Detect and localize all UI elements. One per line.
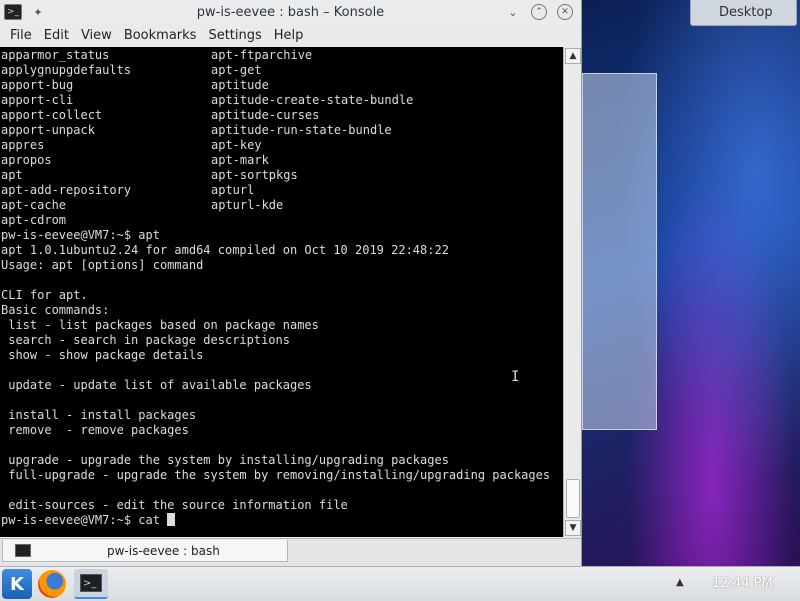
close-button[interactable]: ✕ <box>557 4 573 20</box>
terminal-line: appres apt-key <box>1 138 561 153</box>
terminal-line: CLI for apt. <box>1 288 88 302</box>
menu-file[interactable]: File <box>4 28 38 43</box>
terminal-line: install - install packages <box>1 408 197 422</box>
completion-item: apt-key <box>211 138 262 152</box>
completion-item: apt-mark <box>211 153 269 167</box>
completion-item: apt-sortpkgs <box>211 168 298 182</box>
chevron-down-icon[interactable]: ⌄ <box>505 4 521 20</box>
maximize-button[interactable]: ⌃ <box>531 4 547 20</box>
completion-item: aptitude-curses <box>211 108 320 122</box>
desktop-toolbox-button[interactable]: Desktop <box>690 0 797 26</box>
completion-item: apparmor_status <box>1 48 110 62</box>
terminal-icon <box>15 544 31 557</box>
prompt-text: pw-is-eevee@VM7:~$ cat <box>1 513 168 527</box>
session-tab-bar: pw-is-eevee : bash <box>0 538 581 567</box>
terminal-line: full-upgrade - upgrade the system by rem… <box>1 468 551 482</box>
completion-item: apturl-kde <box>211 198 284 212</box>
terminal-prompt-line[interactable]: pw-is-eevee@VM7:~$ cat <box>1 513 561 528</box>
terminal-line: apropos apt-mark <box>1 153 561 168</box>
pin-icon[interactable]: ✦ <box>30 4 46 20</box>
terminal-line: pw-is-eevee@VM7:~$ apt <box>1 228 160 242</box>
system-tray-expand-icon[interactable]: ▲ <box>676 577 684 588</box>
window-title: pw-is-eevee : bash – Konsole <box>196 4 385 20</box>
terminal-line: apt 1.0.1ubuntu2.24 for amd64 compiled o… <box>1 243 449 257</box>
vertical-scrollbar[interactable]: ▲ ▼ <box>563 47 581 537</box>
terminal-line: Basic commands: <box>1 303 110 317</box>
terminal-line: apt-cdrom <box>1 213 561 228</box>
terminal-area[interactable]: apparmor_status apt-ftparchive applygnupgd… <box>0 47 580 537</box>
terminal-line: apport-bug aptitude <box>1 78 561 93</box>
menu-view[interactable]: View <box>75 28 118 43</box>
completion-item: apt-cache <box>1 198 67 212</box>
completion-item: applygnupgdefaults <box>1 63 132 77</box>
completion-item: apport-cli <box>1 93 74 107</box>
completion-item: apt-add-repository <box>1 183 132 197</box>
completion-item: aptitude-run-state-bundle <box>211 123 392 137</box>
terminal-line: apt-cache apturl-kde <box>1 198 561 213</box>
text-cursor-icon: I <box>511 369 520 385</box>
terminal-line: Usage: apt [options] command <box>1 258 204 272</box>
terminal-line: search - search in package descriptions <box>1 333 290 347</box>
completion-item: aptitude-create-state-bundle <box>211 93 414 107</box>
completion-item: apport-unpack <box>1 123 95 137</box>
completion-item: apturl <box>211 183 255 197</box>
title-bar[interactable]: >_ ✦ pw-is-eevee : bash – Konsole ⌄ ⌃ ✕ <box>0 0 581 24</box>
konsole-window: >_ ✦ pw-is-eevee : bash – Konsole ⌄ ⌃ ✕ … <box>0 0 582 567</box>
menu-settings[interactable]: Settings <box>202 28 267 43</box>
firefox-launcher-icon[interactable] <box>38 570 66 598</box>
terminal-line: edit-sources - edit the source informati… <box>1 498 348 512</box>
terminal-line: upgrade - upgrade the system by installi… <box>1 453 449 467</box>
completion-item: apport-bug <box>1 78 74 92</box>
terminal-cursor <box>167 513 176 526</box>
menu-help[interactable]: Help <box>268 28 310 43</box>
menu-edit[interactable]: Edit <box>38 28 75 43</box>
completion-item: appres <box>1 138 45 152</box>
konsole-app-icon[interactable]: >_ <box>4 4 22 20</box>
clock[interactable]: 12:44 PM <box>712 576 773 591</box>
scroll-up-button[interactable]: ▲ <box>565 48 581 64</box>
terminal-line: applygnupgdefaults apt-get <box>1 63 561 78</box>
konsole-task-button[interactable]: >_ <box>74 569 108 599</box>
terminal-line: apport-collect aptitude-curses <box>1 108 561 123</box>
terminal-line: update - update list of available packag… <box>1 378 312 392</box>
terminal-line: apt-add-repository apturl <box>1 183 561 198</box>
session-tab-label: pw-is-eevee : bash <box>107 543 220 558</box>
session-tab[interactable]: pw-is-eevee : bash <box>2 540 288 562</box>
terminal-output[interactable]: apparmor_status apt-ftparchive applygnupgd… <box>1 48 561 534</box>
completion-item: apt-get <box>211 63 262 77</box>
application-launcher-button[interactable]: K <box>2 569 32 599</box>
terminal-line: show - show package details <box>1 348 204 362</box>
menu-bar: File Edit View Bookmarks Settings Help <box>0 24 581 46</box>
completion-item: apt <box>1 168 23 182</box>
terminal-line: apport-unpack aptitude-run-state-bundle <box>1 123 561 138</box>
taskbar: K >_ ▲ 12:44 PM <box>0 566 800 601</box>
completion-item: apt-cdrom <box>1 213 67 227</box>
desktop-folder-view <box>582 73 657 430</box>
scroll-down-button[interactable]: ▼ <box>565 520 581 536</box>
terminal-line: list - list packages based on package na… <box>1 318 319 332</box>
konsole-taskbar-icon: >_ <box>80 574 102 592</box>
menu-bookmarks[interactable]: Bookmarks <box>118 28 203 43</box>
terminal-line: apparmor_status apt-ftparchive <box>1 48 561 63</box>
completion-item: apt-ftparchive <box>211 48 313 62</box>
terminal-line: apt apt-sortpkgs <box>1 168 561 183</box>
terminal-line: apport-cli aptitude-create-state-bundle <box>1 93 561 108</box>
completion-item: apropos <box>1 153 52 167</box>
scrollbar-thumb[interactable] <box>566 479 580 518</box>
completion-item: apport-collect <box>1 108 103 122</box>
completion-item: aptitude <box>211 78 269 92</box>
terminal-line: remove - remove packages <box>1 423 189 437</box>
